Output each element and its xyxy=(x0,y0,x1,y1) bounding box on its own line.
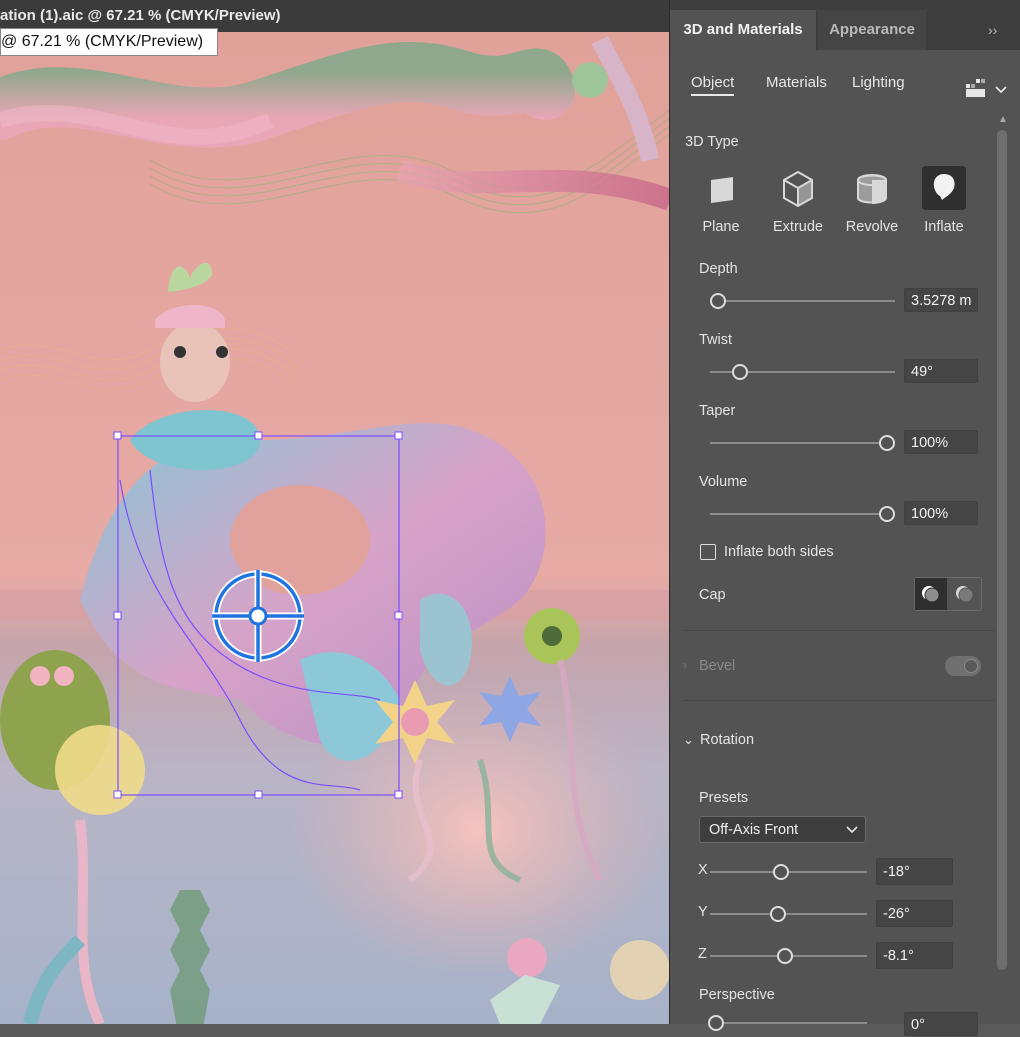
type-inflate-label: Inflate xyxy=(924,219,964,235)
perspective-slider-knob[interactable] xyxy=(708,1015,724,1031)
twist-value-field[interactable]: 49° xyxy=(904,359,978,383)
divider xyxy=(684,630,994,631)
taper-slider-track[interactable] xyxy=(710,442,895,444)
twist-label: Twist xyxy=(699,332,733,348)
tab-3d-and-materials[interactable]: 3D and Materials xyxy=(670,10,816,50)
section-3d-type: 3D Type xyxy=(685,134,739,150)
rotation-z-value-field[interactable]: -8.1° xyxy=(876,942,953,969)
panel-scrollbar-thumb[interactable] xyxy=(997,130,1007,970)
render-settings-icon[interactable] xyxy=(966,78,1008,103)
type-extrude-label: Extrude xyxy=(773,219,823,235)
rotation-x-value-field[interactable]: -18° xyxy=(876,858,953,885)
volume-slider-knob[interactable] xyxy=(879,506,895,522)
inflate-icon xyxy=(933,174,955,200)
rotation-y-value-field[interactable]: -26° xyxy=(876,900,953,927)
depth-slider-knob[interactable] xyxy=(710,293,726,309)
volume-label: Volume xyxy=(699,474,748,490)
rotation-z-slider-knob[interactable] xyxy=(777,948,793,964)
document-canvas[interactable]: ation (1).aic @ 67.21 % (CMYK/Preview) @… xyxy=(0,0,670,1024)
rotation-collapse-icon[interactable]: ⌄ xyxy=(683,732,694,748)
chevron-down-icon xyxy=(846,826,858,834)
inflate-both-sides-checkbox[interactable] xyxy=(700,544,716,560)
bevel-label: Bevel xyxy=(699,658,736,674)
type-plane-label: Plane xyxy=(702,219,740,235)
presets-label: Presets xyxy=(699,790,749,806)
taper-slider-knob[interactable] xyxy=(879,435,895,451)
rotation-label: Rotation xyxy=(700,732,755,748)
presets-dropdown[interactable]: Off-Axis Front xyxy=(699,816,866,843)
depth-slider-track[interactable] xyxy=(710,300,895,302)
subtab-materials[interactable]: Materials xyxy=(766,74,827,91)
artwork[interactable] xyxy=(0,32,670,1024)
rotation-y-label: Y xyxy=(698,904,708,920)
taper-label: Taper xyxy=(699,403,736,419)
subtab-object[interactable]: Object xyxy=(691,74,735,96)
depth-value-field[interactable]: 3.5278 m xyxy=(904,288,978,312)
scroll-up-icon[interactable]: ▲ xyxy=(998,114,1008,125)
bevel-toggle[interactable] xyxy=(945,656,981,676)
type-extrude-button[interactable] xyxy=(758,166,838,226)
presets-dropdown-value: Off-Axis Front xyxy=(709,822,799,838)
rotation-x-slider-knob[interactable] xyxy=(773,864,789,880)
extrude-icon xyxy=(783,170,813,208)
revolve-icon xyxy=(857,174,887,204)
type-inflate-button[interactable] xyxy=(922,166,966,210)
3d-materials-panel: 3D and Materials Appearance ›› Object Ma… xyxy=(669,0,1020,1036)
perspective-label: Perspective xyxy=(699,987,775,1003)
divider xyxy=(684,700,994,701)
tab-appearance[interactable]: Appearance xyxy=(818,10,926,50)
cap-off-icon xyxy=(956,586,974,603)
taper-value-field[interactable]: 100% xyxy=(904,430,978,454)
cap-on-icon xyxy=(922,586,940,603)
depth-label: Depth xyxy=(699,261,738,277)
type-plane-button[interactable] xyxy=(681,166,761,226)
cap-label: Cap xyxy=(699,587,726,603)
inflate-both-sides-label: Inflate both sides xyxy=(724,544,834,560)
rotation-z-label: Z xyxy=(698,946,707,962)
bevel-expand-icon[interactable]: › xyxy=(683,658,687,672)
type-revolve-button[interactable] xyxy=(832,166,912,226)
rotation-y-slider-knob[interactable] xyxy=(770,906,786,922)
cap-off-button[interactable] xyxy=(949,578,981,610)
type-revolve-label: Revolve xyxy=(845,219,899,235)
subtab-lighting[interactable]: Lighting xyxy=(852,74,905,91)
zoom-tooltip: @ 67.21 % (CMYK/Preview) xyxy=(0,28,219,56)
panel-tab-bar: 3D and Materials Appearance ›› xyxy=(670,0,1020,50)
twist-slider-knob[interactable] xyxy=(732,364,748,380)
cap-toggle-group xyxy=(914,577,982,611)
perspective-value-field[interactable]: 0° xyxy=(904,1012,978,1036)
rotation-y-slider-track[interactable] xyxy=(710,913,867,915)
cap-on-button[interactable] xyxy=(915,578,947,610)
volume-slider-track[interactable] xyxy=(710,513,895,515)
rotation-x-label: X xyxy=(698,862,708,878)
collapse-panel-icon[interactable]: ›› xyxy=(988,10,997,50)
plane-icon xyxy=(711,177,733,203)
volume-value-field[interactable]: 100% xyxy=(904,501,978,525)
